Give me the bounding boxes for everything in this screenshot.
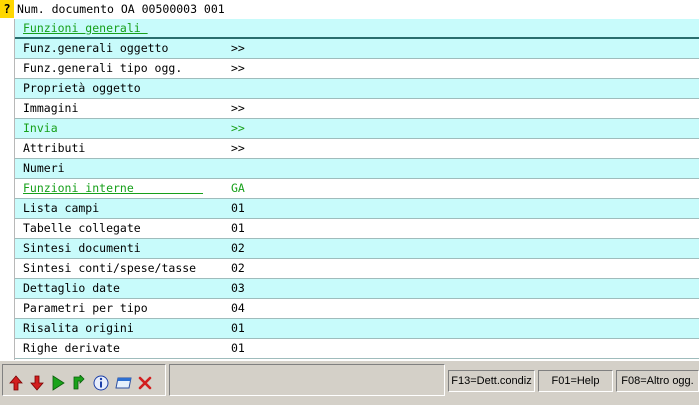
f01-help-button[interactable]: F01=Help: [538, 370, 613, 392]
list-item[interactable]: Funz.generali oggetto >>: [15, 39, 699, 59]
list-item-value: 01: [231, 221, 245, 235]
help-mark-icon[interactable]: ?: [0, 0, 14, 18]
list-item-value: GA: [231, 181, 245, 195]
info-icon[interactable]: [92, 374, 110, 392]
list-item-value: >>: [231, 121, 245, 135]
list-item-label: Funz.generali tipo ogg.: [23, 61, 183, 75]
list-item-label: Lista campi: [23, 201, 100, 215]
list-item-label: Risalita origini: [23, 321, 134, 335]
list-item-label: Funz.generali oggetto: [23, 41, 169, 55]
list-item[interactable]: Attributi >>: [15, 139, 699, 159]
list-item-label: Parametri per tipo: [23, 301, 148, 315]
list-item-value: 01: [231, 321, 245, 335]
list-item[interactable]: Tabelle collegate 01: [15, 219, 699, 239]
list-item[interactable]: Sintesi conti/spese/tasse 02: [15, 259, 699, 279]
list-item[interactable]: Funzioni generali: [15, 19, 699, 39]
list-item-value: 01: [231, 201, 245, 215]
arrow-up-icon[interactable]: [7, 374, 25, 392]
function-list: Funzioni generali Funz.generali oggetto >…: [15, 19, 699, 359]
list-item[interactable]: Invia >>: [15, 119, 699, 139]
row-selector-column: [0, 19, 15, 360]
list-item[interactable]: Funzioni interne GA: [15, 179, 699, 199]
list-item-label: Proprietà oggetto: [23, 81, 141, 95]
play-icon[interactable]: [49, 374, 67, 392]
list-item[interactable]: Dettaglio date 03: [15, 279, 699, 299]
toolbar: [2, 364, 166, 396]
list-item[interactable]: Risalita origini 01: [15, 319, 699, 339]
document-title: Num. documento OA 00500003 001: [17, 2, 225, 16]
list-item-label: Righe derivate: [23, 341, 120, 355]
list-item-label: Attributi: [23, 141, 86, 155]
list-item-value: 04: [231, 301, 245, 315]
list-item-label: Funzioni interne: [23, 181, 204, 195]
list-item[interactable]: Sintesi documenti 02: [15, 239, 699, 259]
list-item[interactable]: Parametri per tipo 04: [15, 299, 699, 319]
message-area: [169, 364, 445, 396]
list-item-label: Numeri: [23, 161, 65, 175]
list-item-value: 03: [231, 281, 245, 295]
status-bar: F13=Dett.condiz F01=Help F08=Altro ogg.: [0, 360, 699, 405]
list-item-value: >>: [231, 41, 245, 55]
title-bar: ? Num. documento OA 00500003 001: [0, 0, 699, 20]
list-item[interactable]: Lista campi 01: [15, 199, 699, 219]
list-item-value: >>: [231, 61, 245, 75]
f08-button[interactable]: F08=Altro ogg.: [616, 370, 699, 392]
list-item-label: Immagini: [23, 101, 79, 115]
list-item[interactable]: Funz.generali tipo ogg. >>: [15, 59, 699, 79]
arrow-down-icon[interactable]: [28, 374, 46, 392]
close-icon[interactable]: [136, 374, 154, 392]
list-item-value: >>: [231, 141, 245, 155]
f13-button[interactable]: F13=Dett.condiz: [448, 370, 535, 392]
list-item[interactable]: Immagini >>: [15, 99, 699, 119]
list-item-label: Funzioni generali: [23, 21, 148, 35]
refresh-icon[interactable]: [70, 374, 88, 392]
list-item[interactable]: Proprietà oggetto: [15, 79, 699, 99]
list-item[interactable]: Numeri: [15, 159, 699, 179]
list-item-label: Sintesi conti/spese/tasse: [23, 261, 197, 275]
list-item[interactable]: Righe derivate 01: [15, 339, 699, 359]
list-item-value: >>: [231, 101, 245, 115]
list-item-value: 02: [231, 261, 245, 275]
list-item-label: Invia: [23, 121, 58, 135]
list-item-value: 01: [231, 341, 245, 355]
list-item-label: Sintesi documenti: [23, 241, 141, 255]
window-icon[interactable]: [114, 374, 132, 392]
list-item-label: Tabelle collegate: [23, 221, 141, 235]
list-item-label: Dettaglio date: [23, 281, 120, 295]
list-item-value: 02: [231, 241, 245, 255]
